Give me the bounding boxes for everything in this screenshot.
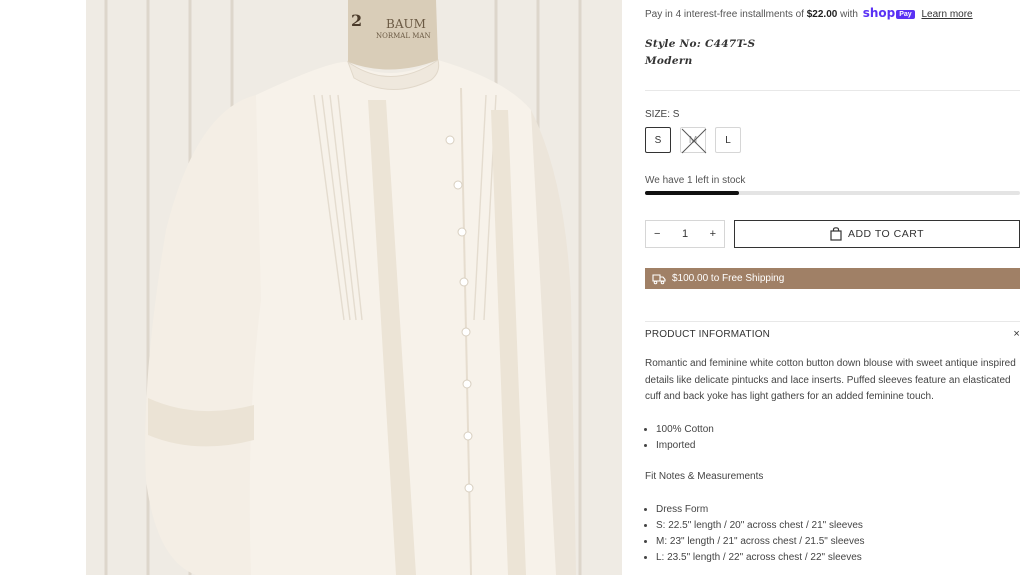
shopping-bag-icon [830,227,842,241]
product-description: Romantic and feminine white cotton butto… [645,358,1016,402]
style-number: Style No: C447T-S [645,38,756,50]
size-label: SIZE: S [645,109,680,120]
stock-message: We have 1 left in stock [645,175,746,186]
fit-notes-heading: Fit Notes & Measurements [645,471,764,482]
quantity-stepper: − 1 + [645,220,725,248]
product-information-toggle[interactable]: PRODUCT INFORMATION × [645,328,1020,340]
free-shipping-banner: $100.00 to Free Shipping [645,268,1020,289]
stock-level-fill [645,191,739,195]
sold-out-cross-icon [681,128,707,154]
size-option-s[interactable]: S [645,127,671,153]
installments-message: Pay in 4 interest-free installments of $… [645,6,973,20]
size-option-m[interactable]: M [680,127,707,154]
size-option-l[interactable]: L [715,127,741,153]
shop-pay-badge: Pay [896,10,915,19]
fit-notes-list: Dress Form S: 22.5" length / 20" across … [645,502,865,566]
close-icon[interactable]: × [1013,328,1020,340]
add-to-cart-button[interactable]: ADD TO CART [734,220,1020,248]
quantity-decrease-button[interactable]: − [654,228,660,240]
product-image[interactable]: BAUM NORMAL MAN 2 [86,0,622,575]
svg-text:NORMAL MAN: NORMAL MAN [376,32,431,40]
installments-prefix: Pay in 4 interest-free installments of [645,9,804,20]
svg-text:2: 2 [351,11,362,30]
learn-more-link[interactable]: Learn more [921,9,972,20]
style-name: Modern [645,55,693,67]
free-shipping-text: $100.00 to Free Shipping [672,273,785,284]
list-item: L: 23.5" length / 22" across chest / 22"… [656,550,865,566]
delivery-truck-icon [652,273,666,284]
list-item: 100% Cotton [656,422,714,438]
materials-list: 100% Cotton Imported [645,422,714,454]
list-item: Dress Form [656,502,865,518]
product-information-heading: PRODUCT INFORMATION [645,329,771,340]
list-item: S: 22.5" length / 20" across chest / 21"… [656,518,865,534]
list-item: Imported [656,438,714,454]
quantity-value[interactable]: 1 [682,228,688,240]
stock-level-bar [645,191,1020,195]
installments-suffix: with [840,9,858,20]
size-option-label: L [725,134,731,146]
add-to-cart-label: ADD TO CART [847,228,925,240]
size-selector: S M L [645,127,741,154]
form-label: BAUM [386,17,426,31]
divider [645,90,1020,91]
installments-amount: $22.00 [806,9,838,20]
size-option-label: S [654,134,662,146]
quantity-increase-button[interactable]: + [710,228,716,240]
divider [645,321,1020,322]
list-item: M: 23" length / 21" across chest / 21.5"… [656,534,865,550]
shop-pay-logo: shop [862,6,896,20]
